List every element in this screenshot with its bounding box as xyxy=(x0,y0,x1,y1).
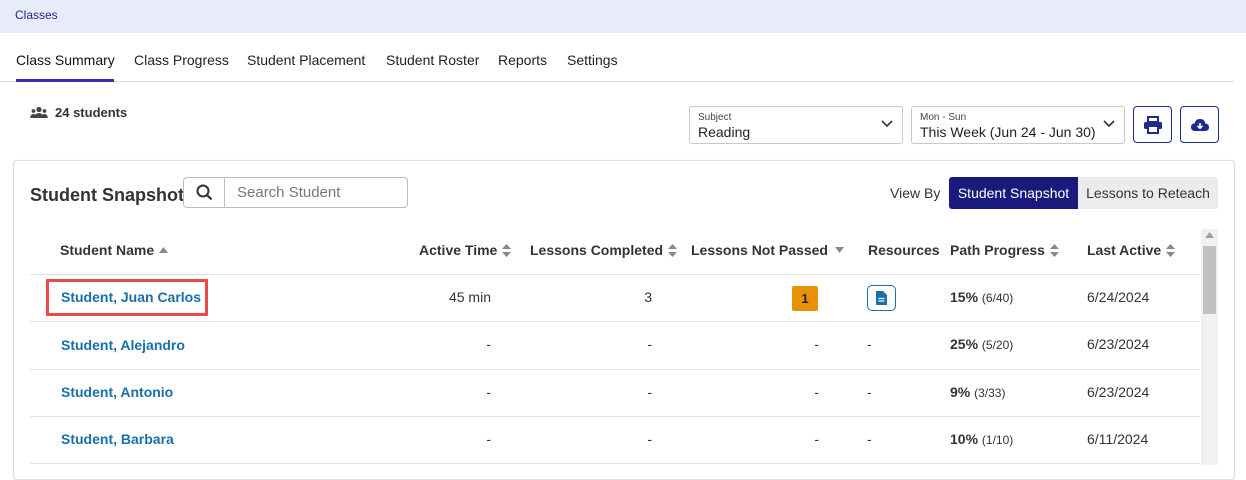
progress-percent: 25% xyxy=(950,336,979,352)
progress-fraction: (6/40) xyxy=(981,291,1014,305)
tab-settings[interactable]: Settings xyxy=(567,52,618,68)
lessons-completed-cell: 3 xyxy=(644,289,652,305)
column-header-active-time[interactable]: Active Time xyxy=(419,242,512,258)
highlight-box xyxy=(46,279,208,316)
tab-student-placement[interactable]: Student Placement xyxy=(247,52,365,68)
row-divider xyxy=(30,369,1200,370)
row-divider xyxy=(30,416,1200,417)
progress-percent: 15% xyxy=(950,289,979,305)
breadcrumb-classes-link[interactable]: Classes xyxy=(15,8,58,22)
active-time-cell: - xyxy=(486,336,491,352)
progress-fraction: (5/20) xyxy=(981,338,1014,352)
last-active-cell: 6/23/2024 xyxy=(1087,336,1150,352)
resources-cell: - xyxy=(867,384,872,400)
resources-cell: - xyxy=(867,336,872,352)
sort-icon xyxy=(668,243,678,257)
progress-percent: 10% xyxy=(950,431,979,447)
last-active-cell: 6/23/2024 xyxy=(1087,384,1150,400)
search-icon xyxy=(196,184,212,201)
student-name-link[interactable]: Student, Alejandro xyxy=(61,337,185,353)
sort-icon xyxy=(1166,243,1176,257)
column-header-label: Lessons Completed xyxy=(530,242,664,258)
column-header-label: Path Progress xyxy=(950,242,1045,258)
active-time-cell: - xyxy=(486,431,491,447)
lessons-completed-cell: - xyxy=(647,431,652,447)
lessons-not-passed-cell: - xyxy=(814,384,819,400)
document-icon xyxy=(876,291,887,305)
print-button[interactable] xyxy=(1133,106,1172,143)
lessons-not-passed-cell: - xyxy=(814,336,819,352)
subject-select[interactable]: Subject Reading xyxy=(689,106,903,144)
path-progress-cell: 15% (6/40) xyxy=(950,289,1013,305)
tab-class-progress[interactable]: Class Progress xyxy=(134,52,229,68)
active-tab-indicator xyxy=(16,79,114,82)
column-header-label: Last Active xyxy=(1087,242,1162,258)
column-header-last-active[interactable]: Last Active xyxy=(1087,242,1176,258)
column-header-label: Lessons Not Passed xyxy=(691,242,828,258)
sort-icon xyxy=(502,243,512,257)
row-divider xyxy=(30,463,1200,464)
column-header-label: Resources xyxy=(868,242,940,258)
breadcrumb-bar: Classes xyxy=(0,0,1246,33)
lessons-completed-cell: - xyxy=(647,336,652,352)
last-active-cell: 6/24/2024 xyxy=(1087,289,1150,305)
resources-button[interactable] xyxy=(867,285,896,311)
chevron-down-icon xyxy=(881,120,893,128)
sort-icon xyxy=(1049,243,1059,257)
column-header-label: Active Time xyxy=(419,242,498,258)
subject-select-value: Reading xyxy=(698,124,751,140)
resources-cell: - xyxy=(867,431,872,447)
print-icon xyxy=(1143,115,1162,134)
column-header-student-name[interactable]: Student Name xyxy=(60,242,169,258)
scrollbar-thumb[interactable] xyxy=(1203,246,1216,314)
view-by-label: View By xyxy=(890,185,941,201)
row-divider xyxy=(30,321,1200,322)
users-icon xyxy=(30,106,48,118)
progress-fraction: (1/10) xyxy=(981,433,1014,447)
student-name-link[interactable]: Student, Barbara xyxy=(61,431,174,447)
path-progress-cell: 10% (1/10) xyxy=(950,431,1013,447)
column-header-label: Student Name xyxy=(60,242,155,258)
cloud-download-icon xyxy=(1190,118,1209,131)
week-select-label: Mon - Sun xyxy=(920,112,967,123)
lessons-completed-cell: - xyxy=(647,384,652,400)
card-title: Student Snapshot xyxy=(30,185,184,205)
header-divider xyxy=(30,274,1200,275)
student-count-label: 24 students xyxy=(55,105,128,120)
week-select-value: This Week (Jun 24 - Jun 30) xyxy=(920,124,1096,140)
tab-student-roster[interactable]: Student Roster xyxy=(386,52,479,68)
view-lessons-to-reteach-button[interactable]: Lessons to Reteach xyxy=(1078,177,1218,209)
last-active-cell: 6/11/2024 xyxy=(1087,431,1149,447)
student-count: 24 students xyxy=(30,105,127,120)
tab-bar: Class Summary Class Progress Student Pla… xyxy=(0,34,1234,82)
column-header-lessons-completed[interactable]: Lessons Completed xyxy=(530,242,678,258)
scroll-up-arrow-icon[interactable] xyxy=(1205,232,1214,238)
sort-ascending-icon xyxy=(159,247,169,253)
column-header-path-progress[interactable]: Path Progress xyxy=(950,242,1059,258)
subject-select-label: Subject xyxy=(698,112,732,123)
active-time-cell: - xyxy=(486,384,491,400)
progress-fraction: (3/33) xyxy=(974,386,1006,400)
tab-class-summary[interactable]: Class Summary xyxy=(16,52,115,68)
search-button[interactable] xyxy=(183,177,225,208)
view-student-snapshot-button[interactable]: Student Snapshot xyxy=(949,177,1078,209)
active-time-cell: 45 min xyxy=(448,289,491,305)
sort-descending-icon xyxy=(834,247,844,253)
student-name-link[interactable]: Student, Antonio xyxy=(61,384,173,400)
path-progress-cell: 25% (5/20) xyxy=(950,336,1013,352)
lessons-not-passed-badge[interactable]: 1 xyxy=(792,286,818,311)
download-button[interactable] xyxy=(1180,106,1219,143)
path-progress-cell: 9% (3/33) xyxy=(950,384,1005,400)
column-header-resources: Resources xyxy=(868,242,940,258)
chevron-down-icon xyxy=(1103,120,1115,128)
tab-reports[interactable]: Reports xyxy=(498,52,547,68)
lessons-not-passed-cell: - xyxy=(814,431,819,447)
search-input[interactable] xyxy=(224,177,408,208)
week-select[interactable]: Mon - Sun This Week (Jun 24 - Jun 30) xyxy=(911,106,1125,144)
progress-percent: 9% xyxy=(950,384,971,400)
column-header-lessons-not-passed[interactable]: Lessons Not Passed xyxy=(691,242,844,258)
